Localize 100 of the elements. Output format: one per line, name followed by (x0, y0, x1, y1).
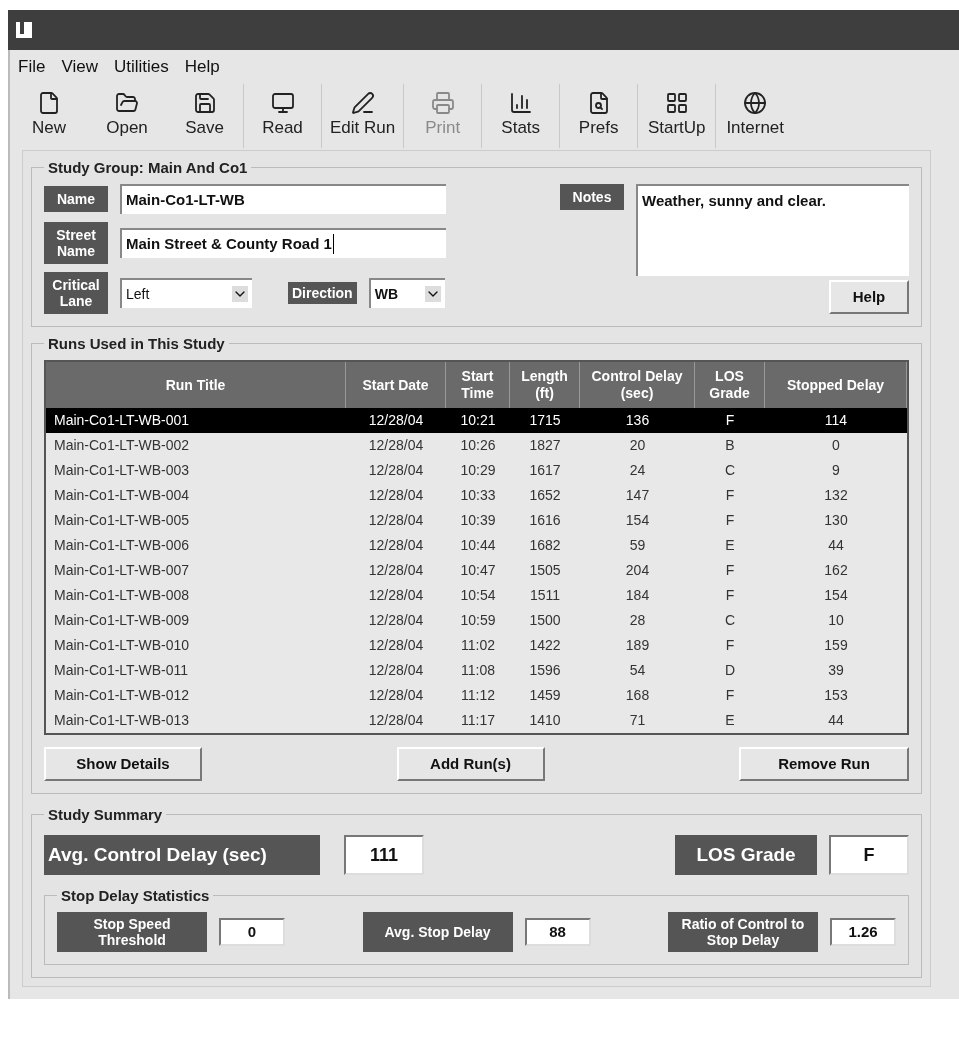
menu-item[interactable]: Utilities (113, 54, 169, 80)
table-cell-text: 10:29 (459, 461, 497, 480)
chart-icon (508, 91, 533, 116)
table-cell-text: 1652 (528, 486, 562, 505)
table-cell-text: F (724, 411, 736, 430)
table-cell-text: 12/28/04 (367, 611, 425, 630)
table-cell-text: 1459 (528, 686, 562, 705)
menu-item[interactable]: View (61, 54, 98, 80)
grid-icon (664, 91, 689, 116)
table-cell-text: 11:12 (460, 686, 496, 705)
lane-dropdown[interactable]: Left (120, 278, 252, 308)
table-cell-text: 147 (624, 486, 651, 505)
table-cell-text: Main-Co1-LT-WB-003 (53, 461, 191, 480)
table-cell-text: Main-Co1-LT-WB-005 (53, 511, 191, 530)
value-display: 0 (219, 918, 285, 946)
value-display: F (829, 835, 909, 875)
table-cell-text: 154 (823, 586, 849, 605)
table-cell-text: 1596 (528, 661, 562, 680)
push-button[interactable]: Remove Run (739, 747, 909, 781)
computer-icon (270, 91, 295, 116)
table-row[interactable]: Main-Co1-LT-WB-003 12/28/04 10:29 1617 24 C 9 (46, 458, 907, 483)
field-label: Street Name (44, 222, 108, 264)
table-row[interactable]: Main-Co1-LT-WB-012 12/28/04 11:12 1459 168 F 153 (46, 683, 907, 708)
table-cell-text: 154 (624, 511, 651, 530)
table-row[interactable]: Main-Co1-LT-WB-005 12/28/04 10:39 1616 154 F 130 (46, 508, 907, 533)
table-cell-text: 10:26 (459, 436, 497, 455)
table-cell-text: 0 (831, 436, 841, 455)
table-cell-text: F (724, 511, 736, 530)
table-cell-text: F (724, 561, 736, 580)
table-cell-text: Main-Co1-LT-WB-012 (53, 686, 191, 705)
table-cell-text: Main-Co1-LT-WB-011 (53, 661, 190, 680)
field-label: Stop Speed Threshold (57, 912, 207, 952)
table-cell-text: 12/28/04 (367, 461, 425, 480)
menu-item[interactable]: File (18, 54, 46, 80)
table-cell-text: C (723, 461, 737, 480)
table-cell-text: 204 (624, 561, 651, 580)
push-button[interactable]: Show Details (44, 747, 202, 781)
floppy-icon (192, 91, 217, 116)
toolbar-button[interactable]: Edit Run (322, 84, 405, 148)
table-cell-text: Main-Co1-LT-WB-006 (53, 536, 191, 555)
value-display: 88 (524, 918, 591, 946)
table-cell-text: Main-Co1-LT-WB-010 (53, 636, 191, 655)
field-label: Avg. Control Delay (sec) (44, 835, 320, 875)
field-label: Avg. Stop Delay (362, 912, 513, 952)
toolbar-button[interactable]: Internet (716, 84, 795, 148)
table-row[interactable]: Main-Co1-LT-WB-011 12/28/04 11:08 1596 54 D 39 (46, 658, 907, 683)
table-cell-text: 44 (827, 711, 845, 730)
table-cell-text: 114 (823, 411, 849, 430)
table-cell-text: 12/28/04 (367, 536, 425, 555)
table-cell-text: 44 (827, 536, 845, 555)
table-row[interactable]: Main-Co1-LT-WB-002 12/28/04 10:26 1827 20 B 0 (46, 433, 907, 458)
table-row[interactable]: Main-Co1-LT-WB-007 12/28/04 10:47 1505 204 F 162 (46, 558, 907, 583)
table-cell-text: C (723, 611, 737, 630)
table-row[interactable]: Main-Co1-LT-WB-013 12/28/04 11:17 1410 71 E 44 (46, 708, 907, 733)
table-row[interactable]: Main-Co1-LT-WB-008 12/28/04 10:54 1511 184 F 154 (46, 583, 907, 608)
table-cell-text: 10:39 (459, 511, 497, 530)
table-row[interactable]: Main-Co1-LT-WB-006 12/28/04 10:44 1682 59 E 44 (46, 533, 907, 558)
table-row[interactable]: Main-Co1-LT-WB-004 12/28/04 10:33 1652 147 F 132 (46, 483, 907, 508)
table-cell-text: 71 (628, 711, 647, 730)
toolbar-button[interactable]: New (10, 84, 88, 148)
table-cell-text: 11:17 (460, 711, 496, 730)
toolbar-button[interactable]: StartUp (638, 84, 717, 148)
table-cell-text: 1616 (528, 511, 562, 530)
table-cell-text: 10:59 (459, 611, 497, 630)
direction-dropdown[interactable]: WB (368, 278, 445, 308)
table-cell-text: 59 (628, 536, 647, 555)
push-button[interactable]: Add Run(s) (396, 747, 545, 781)
table-cell-text: 1410 (528, 711, 562, 730)
field-label: Ratio of Control to Stop Delay (668, 912, 818, 952)
table-cell-text: 1617 (528, 461, 562, 480)
field-label: LOS Grade (675, 835, 817, 875)
table-cell-text: 12/28/04 (367, 511, 425, 530)
table-cell-text: 1500 (528, 611, 562, 630)
toolbar-button[interactable]: Save (166, 84, 244, 148)
table-row[interactable]: Main-Co1-LT-WB-010 12/28/04 11:02 1422 189 F 159 (46, 633, 907, 658)
toolbar-button[interactable]: Read (244, 84, 322, 148)
street-field[interactable]: Main Street & County Road 1 (120, 228, 446, 258)
push-button[interactable]: Help (829, 280, 909, 314)
toolbar-button[interactable]: Stats (482, 84, 561, 148)
table-cell-text: Main-Co1-LT-WB-002 (53, 436, 191, 455)
table-cell-text: Main-Co1-LT-WB-013 (53, 711, 191, 730)
table-row[interactable]: Main-Co1-LT-WB-001 12/28/04 10:21 1715 136 F 114 (46, 408, 907, 433)
table-cell-text: 9 (831, 461, 841, 480)
menu-item[interactable]: Help (184, 54, 220, 80)
table-row[interactable]: Main-Co1-LT-WB-009 12/28/04 10:59 1500 28 C 10 (46, 608, 907, 633)
name-field[interactable]: Main-Co1-LT-WB (120, 184, 446, 214)
toolbar-button[interactable]: Prefs (560, 84, 639, 148)
table-cell-text: Main-Co1-LT-WB-008 (53, 586, 191, 605)
table-cell-text: 11:08 (460, 661, 496, 680)
table-cell-text: 1422 (528, 636, 562, 655)
table-cell-text: 12/28/04 (367, 486, 425, 505)
table-cell-text: F (724, 686, 736, 705)
table-cell-text: 10:33 (459, 486, 497, 505)
table-cell-text: Main-Co1-LT-WB-007 (53, 561, 191, 580)
notes-field[interactable]: Weather, sunny and clear. (636, 184, 909, 276)
table-cell-text: 54 (628, 661, 647, 680)
table-cell-text: 189 (624, 636, 651, 655)
field-label: Direction (288, 282, 357, 304)
toolbar-button[interactable]: Open (88, 84, 166, 148)
table-cell-text: 12/28/04 (367, 411, 425, 430)
